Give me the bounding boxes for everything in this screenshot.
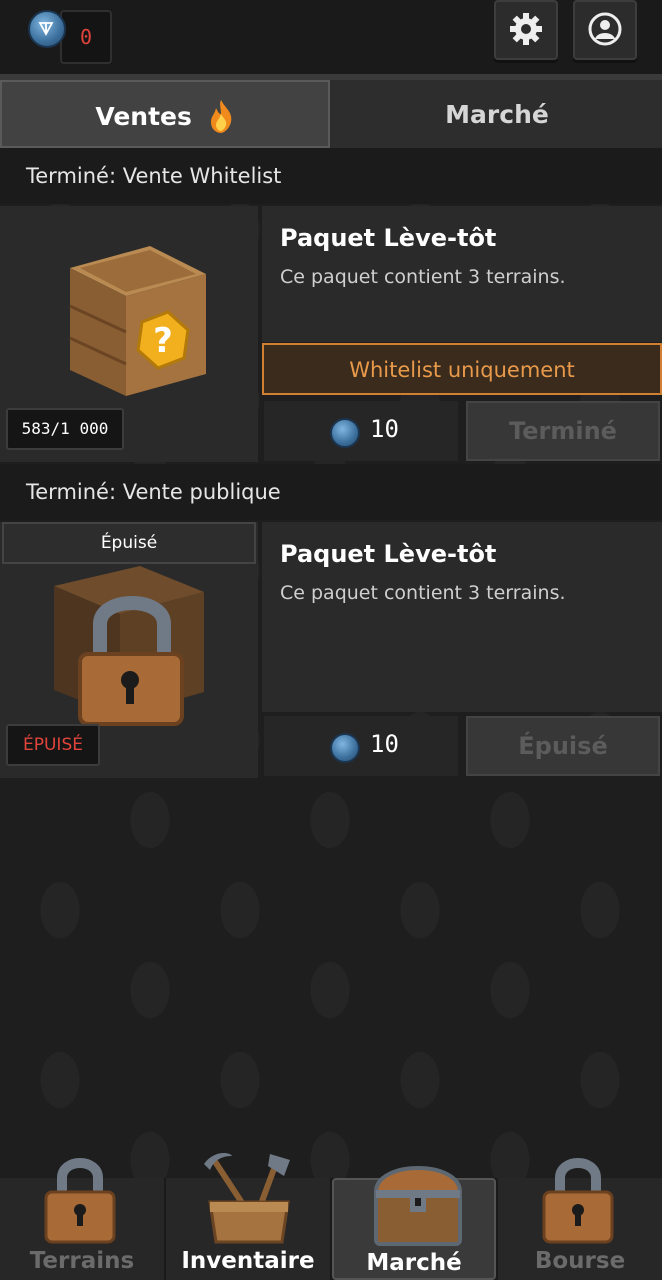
nav-label: Inventaire bbox=[181, 1248, 315, 1274]
pack-title: Paquet Lève-tôt bbox=[280, 224, 497, 252]
sale-card-public-info: Paquet Lève-tôt Ce paquet contient 3 ter… bbox=[262, 522, 662, 712]
price-box: 10 bbox=[264, 716, 458, 776]
soldout-button[interactable]: Épuisé bbox=[466, 716, 660, 776]
soldout-badge: ÉPUISÉ bbox=[6, 724, 100, 766]
nav-item-marche[interactable]: Marché bbox=[332, 1166, 496, 1280]
pack-description: Ce paquet contient 3 terrains. bbox=[280, 582, 566, 604]
price-box: 10 bbox=[264, 401, 458, 461]
nav-item-inventaire[interactable]: Inventaire bbox=[166, 1153, 330, 1280]
padlock-icon bbox=[542, 1158, 614, 1244]
nav-item-terrains[interactable]: Terrains bbox=[0, 1158, 164, 1280]
tab-marche[interactable]: Marché bbox=[332, 80, 662, 148]
balance-value: 0 bbox=[60, 10, 112, 64]
supply-counter: 583/1 000 bbox=[6, 408, 124, 450]
nav-label: Terrains bbox=[29, 1248, 135, 1274]
ton-coin-icon bbox=[28, 10, 66, 48]
gear-icon bbox=[510, 13, 542, 45]
mystery-crate-icon: ? bbox=[69, 246, 206, 396]
sale-card-whitelist-info: Paquet Lève-tôt Ce paquet contient 3 ter… bbox=[262, 206, 662, 342]
soldout-label: Épuisé bbox=[2, 522, 256, 564]
sales-market-tabs: Ventes Marché bbox=[0, 80, 662, 148]
section-title-public: Terminé: Vente publique bbox=[0, 464, 662, 520]
whitelist-banner: Whitelist uniquement bbox=[262, 343, 662, 395]
ton-coin-icon bbox=[330, 733, 360, 763]
padlock-icon bbox=[44, 1158, 116, 1244]
sale-card-whitelist-image[interactable]: ? 583/1 000 bbox=[0, 206, 258, 462]
price-value: 10 bbox=[370, 415, 399, 443]
profile-button[interactable] bbox=[573, 0, 637, 60]
svg-text:?: ? bbox=[153, 321, 173, 361]
nav-item-bourse[interactable]: Bourse bbox=[498, 1158, 662, 1280]
tab-ventes[interactable]: Ventes bbox=[0, 80, 330, 148]
treasure-chest-icon bbox=[373, 1166, 463, 1246]
section-title-whitelist: Terminé: Vente Whitelist bbox=[0, 148, 662, 204]
locked-crate-icon bbox=[54, 566, 204, 726]
fire-icon bbox=[210, 100, 231, 133]
ton-coin-icon bbox=[330, 418, 360, 448]
user-circle-icon bbox=[588, 12, 622, 46]
settings-button[interactable] bbox=[494, 0, 558, 60]
top-bar: 0 bbox=[0, 0, 662, 74]
nav-label: Marché bbox=[366, 1250, 462, 1276]
ended-button[interactable]: Terminé bbox=[466, 401, 660, 461]
tab-ventes-label: Ventes bbox=[95, 102, 192, 131]
pack-title: Paquet Lève-tôt bbox=[280, 540, 497, 568]
price-value: 10 bbox=[370, 730, 399, 758]
nav-label: Bourse bbox=[534, 1248, 626, 1274]
toolbox-icon bbox=[204, 1153, 290, 1244]
balance-widget: 0 bbox=[28, 10, 112, 64]
sale-card-public-image[interactable]: Épuisé ÉPUISÉ bbox=[0, 522, 258, 778]
bottom-navigation: Terrains Inventaire Marché Bourse bbox=[0, 1153, 662, 1280]
pack-description: Ce paquet contient 3 terrains. bbox=[280, 266, 566, 288]
